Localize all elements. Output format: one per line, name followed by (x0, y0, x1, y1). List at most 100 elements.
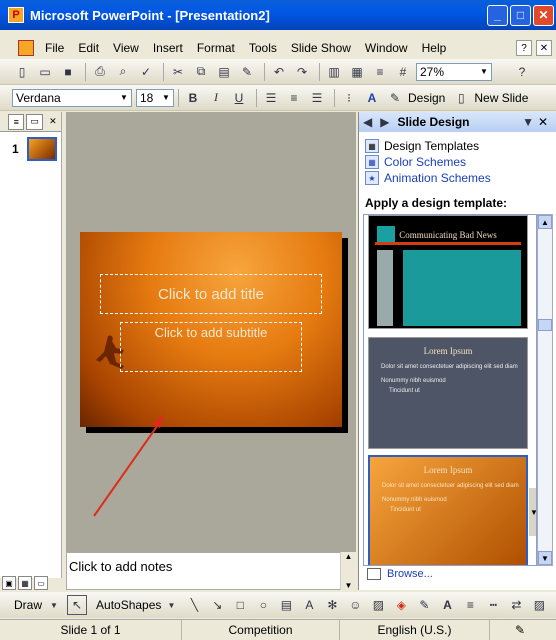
template-thumbnail[interactable]: Lorem Ipsum Dolor sit amet consectetuer … (368, 337, 536, 536)
new-icon[interactable]: ▯ (12, 62, 32, 82)
select-objects-icon[interactable]: ↖ (67, 595, 88, 615)
menu-format[interactable]: Format (190, 41, 242, 55)
italic-button[interactable]: I (206, 88, 226, 108)
fill-color-icon[interactable]: ◈ (391, 595, 411, 615)
help-icon[interactable]: ? (516, 40, 532, 56)
subtitle-placeholder[interactable]: Click to add subtitle (120, 322, 302, 372)
animation-schemes-link[interactable]: ★ Animation Schemes (365, 170, 556, 186)
slide-show-icon[interactable]: ▭ (34, 576, 48, 590)
redo-icon[interactable]: ↷ (292, 62, 312, 82)
cut-icon[interactable]: ✂ (168, 62, 188, 82)
insert-chart-icon[interactable]: ▥ (324, 62, 344, 82)
spelling-status-icon[interactable]: ✎ (490, 620, 550, 640)
new-slide-button[interactable]: New Slide (474, 91, 528, 105)
chevron-down-icon[interactable]: ▼ (478, 65, 490, 79)
spelling-icon[interactable]: ✓ (136, 62, 156, 82)
chevron-up-icon[interactable]: ▲ (345, 552, 353, 561)
paste-icon[interactable]: ▤ (214, 62, 234, 82)
text-box-icon[interactable]: ▤ (276, 595, 296, 615)
show-grid-icon[interactable]: # (393, 62, 413, 82)
line-icon[interactable]: ╲ (184, 595, 204, 615)
rectangle-icon[interactable]: □ (230, 595, 250, 615)
autoshapes-menu[interactable]: AutoShapes (96, 598, 161, 612)
slide-thumbnail[interactable] (27, 137, 57, 161)
zoom-select[interactable]: 27% ▼ (416, 62, 492, 81)
arrow-style-icon[interactable]: ⇄ (506, 595, 526, 615)
slides-tab-icon[interactable]: ▭ (26, 113, 43, 130)
powerpoint-app-icon[interactable]: P (8, 7, 24, 23)
design-button[interactable]: Design (408, 91, 445, 105)
close-button[interactable]: ✕ (533, 4, 554, 26)
close-panel-icon[interactable]: ✕ (45, 114, 61, 130)
save-icon[interactable]: ■ (58, 62, 78, 82)
format-painter-icon[interactable]: ✎ (237, 62, 257, 82)
align-center-icon[interactable]: ≡ (284, 88, 304, 108)
scroll-thumb[interactable] (538, 319, 552, 331)
notes-scrollbar[interactable]: ▲ ▼ (340, 552, 356, 590)
line-color-icon[interactable]: ✎ (414, 595, 434, 615)
draw-menu[interactable]: Draw (14, 598, 42, 612)
dash-style-icon[interactable]: ┅ (483, 595, 503, 615)
shadow-style-icon[interactable]: ▨ (529, 595, 549, 615)
document-icon[interactable] (18, 40, 34, 56)
font-size-select[interactable]: 18 ▼ (136, 88, 174, 107)
print-icon[interactable]: ⎙ (90, 62, 110, 82)
underline-button[interactable]: U (229, 88, 249, 108)
oval-icon[interactable]: ○ (253, 595, 273, 615)
bullets-icon[interactable]: ⁝ (339, 88, 359, 108)
open-icon[interactable]: ▭ (35, 62, 55, 82)
normal-view-icon[interactable]: ▣ (2, 576, 16, 590)
minimize-button[interactable]: _ (487, 4, 508, 26)
chevron-down-icon[interactable]: ▼ (118, 91, 130, 105)
copy-icon[interactable]: ⧉ (191, 62, 211, 82)
chevron-down-icon[interactable]: ▼ (345, 581, 353, 590)
bold-button[interactable]: B (183, 88, 203, 108)
insert-picture-icon[interactable]: ▨ (368, 595, 388, 615)
browse-link[interactable]: Browse... (367, 568, 433, 580)
outline-tab-icon[interactable]: ≡ (8, 113, 25, 130)
notes-pane[interactable]: Click to add notes (66, 552, 356, 590)
design-templates-link[interactable]: ▦ Design Templates (365, 138, 556, 154)
clip-art-icon[interactable]: ☺ (345, 595, 365, 615)
slide-canvas[interactable]: Click to add title Click to add subtitle (80, 232, 342, 427)
menu-slide-show[interactable]: Slide Show (284, 41, 358, 55)
chevron-down-icon[interactable]: ▼ (529, 488, 536, 536)
template-thumbnail[interactable]: Communicating Bad News (368, 215, 528, 329)
close-icon[interactable]: ✕ (538, 115, 552, 129)
menu-help[interactable]: Help (415, 41, 454, 55)
new-slide-icon[interactable]: ▯ (451, 88, 471, 108)
undo-icon[interactable]: ↶ (269, 62, 289, 82)
menu-window[interactable]: Window (358, 41, 415, 55)
title-placeholder[interactable]: Click to add title (100, 274, 322, 314)
wordart-icon[interactable]: A (299, 595, 319, 615)
chevron-up-icon[interactable]: ▲ (538, 215, 552, 229)
font-color-icon[interactable]: A (437, 595, 457, 615)
slide-sorter-icon[interactable]: ▦ (18, 576, 32, 590)
arrow-icon[interactable]: ↘ (207, 595, 227, 615)
chevron-down-icon[interactable]: ▼ (161, 595, 181, 615)
print-preview-icon[interactable]: ⌕ (113, 62, 133, 82)
forward-icon[interactable]: ▶ (380, 115, 389, 129)
menu-tools[interactable]: Tools (242, 41, 284, 55)
expand-all-icon[interactable]: ≡ (370, 62, 390, 82)
document-close-icon[interactable]: ✕ (536, 40, 552, 56)
chevron-down-icon[interactable]: ▼ (160, 91, 172, 105)
menu-insert[interactable]: Insert (146, 41, 190, 55)
line-style-icon[interactable]: ≡ (460, 595, 480, 615)
menu-file[interactable]: File (38, 41, 71, 55)
menu-edit[interactable]: Edit (71, 41, 106, 55)
chevron-down-icon[interactable]: ▼ (538, 551, 552, 565)
menu-view[interactable]: View (106, 41, 146, 55)
template-scrollbar[interactable]: ▲ ▼ (537, 214, 553, 566)
font-color-icon[interactable]: A (362, 88, 382, 108)
design-icon[interactable]: ✎ (385, 88, 405, 108)
color-schemes-link[interactable]: ▦ Color Schemes (365, 154, 556, 170)
font-select[interactable]: Verdana ▼ (12, 88, 132, 107)
template-thumbnail[interactable]: Lorem Ipsum Dolor sit amet consectetuer … (368, 455, 528, 565)
chevron-down-icon[interactable]: ▼ (44, 595, 64, 615)
diagram-icon[interactable]: ✻ (322, 595, 342, 615)
maximize-button[interactable]: □ (510, 4, 531, 26)
help-icon[interactable]: ? (512, 62, 532, 82)
insert-table-icon[interactable]: ▦ (347, 62, 367, 82)
align-left-icon[interactable]: ☰ (261, 88, 281, 108)
